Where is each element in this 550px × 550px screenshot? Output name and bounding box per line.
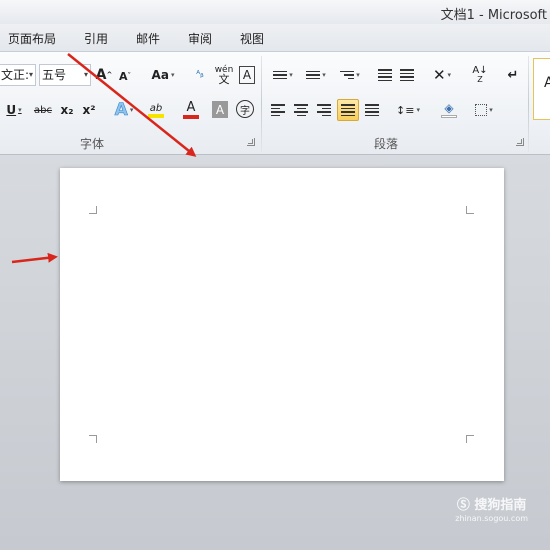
multilevel-list-button[interactable]: ▾ bbox=[336, 66, 364, 84]
justify-button[interactable] bbox=[337, 99, 359, 121]
chevron-down-icon[interactable]: ▾ bbox=[84, 65, 88, 85]
enclose-char-icon: 字 bbox=[240, 105, 250, 117]
bullets-icon bbox=[273, 69, 288, 82]
borders-button[interactable]: ▾ bbox=[470, 100, 498, 120]
superscript-button[interactable]: x² bbox=[80, 100, 98, 120]
align-right-button[interactable] bbox=[315, 100, 333, 120]
borders-icon bbox=[475, 104, 488, 116]
font-color-swatch bbox=[183, 115, 199, 119]
subscript-button[interactable]: x₂ bbox=[58, 100, 76, 120]
sort-icon: A↓ bbox=[472, 65, 488, 76]
char-shading-button[interactable]: A bbox=[212, 101, 228, 118]
font-size-value: 五号 bbox=[42, 68, 67, 82]
sort-icon-z: Z bbox=[477, 75, 483, 84]
sort-button[interactable]: A↓ Z bbox=[470, 65, 490, 85]
margin-mark-bottom-right bbox=[466, 435, 474, 443]
watermark-url: zhinan.sogou.com bbox=[455, 514, 528, 523]
margin-mark-top-left bbox=[89, 206, 97, 214]
bullets-button[interactable]: ▾ bbox=[269, 66, 297, 84]
superscript-icon: x² bbox=[82, 103, 96, 117]
phonetic-guide-icon: 文 bbox=[218, 73, 230, 86]
highlight-color-swatch bbox=[148, 113, 164, 118]
document-page[interactable] bbox=[60, 168, 504, 481]
char-border-button[interactable]: A bbox=[239, 66, 255, 84]
sogou-logo-icon: Ⓢ bbox=[456, 498, 470, 513]
shrink-font-icon: A bbox=[118, 69, 128, 83]
shrink-font-button[interactable]: Aˇ bbox=[117, 67, 133, 85]
decrease-indent-button[interactable] bbox=[376, 66, 394, 84]
tab-references[interactable]: 引用 bbox=[84, 30, 108, 47]
tab-page-layout[interactable]: 页面布局 bbox=[8, 30, 56, 47]
text-effects-button[interactable]: A ▾ bbox=[110, 99, 138, 121]
title-bar: 文档1 - Microsoft bbox=[0, 0, 550, 24]
font-name-combo[interactable]: 文正: ▾ bbox=[0, 64, 36, 86]
style-preview-label: A bbox=[544, 75, 550, 91]
chinese-layout-icon: ✕ bbox=[432, 66, 446, 84]
highlight-icon: ab bbox=[149, 102, 163, 114]
change-case-icon: Aa bbox=[151, 68, 169, 82]
enclose-char-button[interactable]: 字 bbox=[236, 100, 254, 118]
font-dialog-launcher[interactable] bbox=[247, 138, 255, 146]
justify-icon bbox=[341, 102, 355, 118]
group-divider bbox=[528, 56, 529, 152]
font-color-button[interactable]: A bbox=[176, 99, 206, 121]
numbering-icon bbox=[306, 69, 321, 82]
clear-format-button[interactable]: ᴬᵦ bbox=[190, 64, 210, 86]
underline-icon: U bbox=[6, 103, 17, 117]
paragraph-dialog-launcher[interactable] bbox=[516, 138, 524, 146]
text-effects-icon: A bbox=[114, 100, 128, 121]
distributed-button[interactable] bbox=[363, 100, 381, 120]
phonetic-guide-button[interactable]: wén 文 bbox=[213, 64, 235, 86]
ribbon-tabs: 页面布局 引用 邮件 审阅 视图 bbox=[0, 24, 550, 51]
shading-color-swatch bbox=[441, 115, 457, 118]
align-center-button[interactable] bbox=[292, 100, 310, 120]
change-case-button[interactable]: Aa ▾ bbox=[150, 66, 176, 84]
multilevel-list-icon bbox=[340, 69, 355, 82]
char-border-icon: A bbox=[242, 68, 252, 82]
show-formatting-button[interactable]: ↵ bbox=[505, 65, 521, 85]
highlight-button[interactable]: ab bbox=[141, 99, 171, 121]
align-left-icon bbox=[271, 102, 285, 118]
grow-font-button[interactable]: A ^ bbox=[95, 66, 113, 84]
font-group-label: 字体 bbox=[80, 137, 105, 151]
char-shading-icon: A bbox=[215, 102, 225, 117]
tab-view[interactable]: 视图 bbox=[240, 30, 264, 47]
underline-button[interactable]: U ▾ bbox=[0, 100, 28, 120]
watermark: Ⓢ 搜狗指南 zhinan.sogou.com bbox=[455, 494, 528, 523]
align-left-button[interactable] bbox=[269, 100, 287, 120]
font-color-icon: A bbox=[186, 100, 196, 115]
strikethrough-icon: abc bbox=[34, 104, 52, 116]
paragraph-mark-icon: ↵ bbox=[507, 67, 519, 83]
font-name-value: 文正: bbox=[1, 68, 30, 82]
clear-format-icon: ᴬᵦ bbox=[196, 70, 204, 80]
chevron-down-icon[interactable]: ▾ bbox=[29, 65, 33, 85]
tab-mailings[interactable]: 邮件 bbox=[136, 30, 160, 47]
paint-bucket-icon: ◈ bbox=[444, 101, 454, 115]
increase-indent-icon bbox=[400, 67, 414, 83]
numbering-button[interactable]: ▾ bbox=[302, 66, 330, 84]
paragraph-group-label: 段落 bbox=[374, 137, 399, 151]
increase-indent-button[interactable] bbox=[398, 66, 416, 84]
quick-style-item[interactable]: A bbox=[533, 58, 550, 120]
decrease-indent-icon bbox=[378, 67, 392, 83]
margin-mark-bottom-left bbox=[89, 435, 97, 443]
subscript-icon: x₂ bbox=[60, 103, 74, 117]
font-size-combo[interactable]: 五号 ▾ bbox=[39, 64, 91, 86]
ribbon: 文正: ▾ 五号 ▾ A ^ Aˇ Aa ▾ ᴬᵦ wén 文 A U ▾ abc x… bbox=[0, 51, 550, 155]
group-divider bbox=[261, 56, 262, 152]
shading-button[interactable]: ◈ bbox=[434, 99, 464, 121]
align-center-icon bbox=[294, 102, 308, 118]
line-spacing-icon: ↕≡ bbox=[396, 103, 415, 117]
distributed-icon bbox=[365, 102, 379, 118]
align-right-icon bbox=[317, 102, 331, 118]
line-spacing-button[interactable]: ↕≡ ▾ bbox=[394, 100, 422, 120]
watermark-brand: 搜狗指南 bbox=[474, 498, 527, 513]
chinese-layout-button[interactable]: ✕ ▾ bbox=[428, 66, 456, 84]
grow-font-icon: A bbox=[95, 67, 107, 83]
window-title: 文档1 - Microsoft bbox=[440, 8, 547, 23]
tab-review[interactable]: 审阅 bbox=[188, 30, 212, 47]
margin-mark-top-right bbox=[466, 206, 474, 214]
strikethrough-button[interactable]: abc bbox=[32, 100, 54, 120]
